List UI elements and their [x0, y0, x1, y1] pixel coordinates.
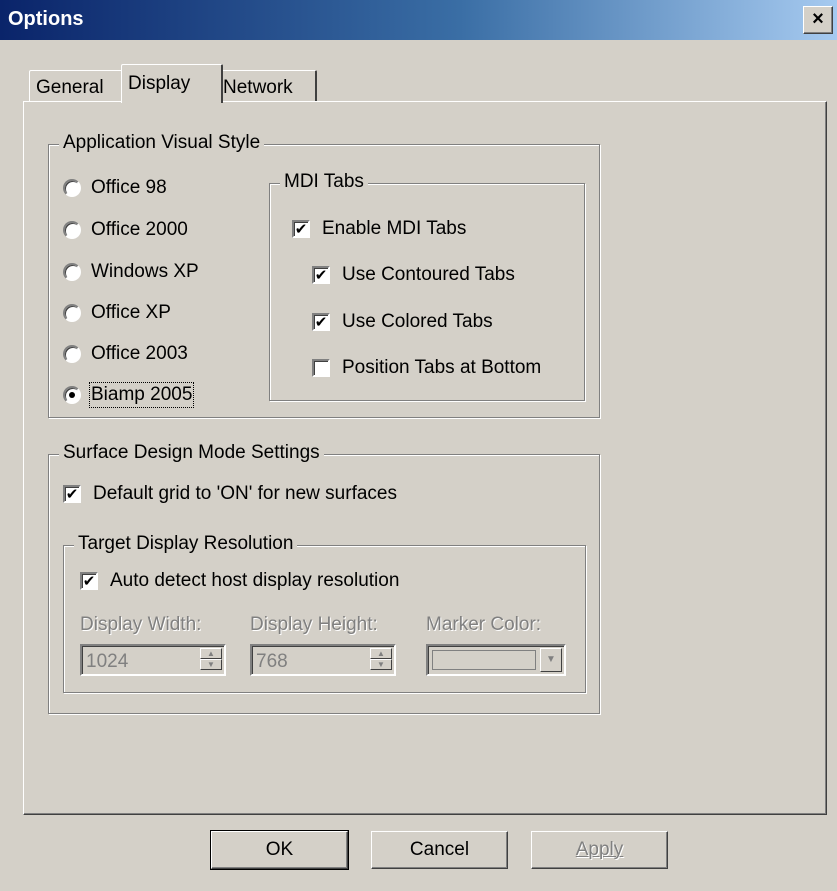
spin-down-icon[interactable]: ▼ [200, 659, 222, 670]
display-height-stepper[interactable]: 768 ▲ ▼ [250, 644, 396, 676]
title-bar[interactable]: Options × [0, 0, 837, 40]
display-height-label: Display Height: [250, 614, 378, 635]
checkbox-label: Position Tabs at Bottom [342, 357, 542, 378]
radio-label: Office 2003 [91, 343, 188, 364]
default-grid-checkbox[interactable]: ✔ Default grid to 'ON' for new surfaces [63, 483, 397, 505]
spin-buttons[interactable]: ▲ ▼ [200, 648, 222, 672]
cancel-label: Cancel [409, 839, 470, 860]
display-height-value: 768 [256, 651, 288, 672]
tab-display-label: Display [128, 73, 191, 94]
close-button[interactable]: × [803, 6, 833, 34]
tab-general[interactable]: General [29, 70, 132, 101]
display-width-stepper[interactable]: 1024 ▲ ▼ [80, 644, 226, 676]
options-dialog: Options × General Display Network Applic… [0, 0, 837, 891]
radio-label: Biamp 2005 [88, 382, 195, 408]
surface-design-legend: Surface Design Mode Settings [59, 442, 324, 464]
radio-icon [63, 304, 81, 322]
apply-label: Apply [575, 839, 624, 860]
marker-color-dropdown[interactable]: ▼ [426, 644, 566, 676]
chevron-down-icon[interactable]: ▼ [540, 648, 562, 672]
radio-icon [63, 221, 81, 239]
auto-detect-checkbox[interactable]: ✔ Auto detect host display resolution [80, 570, 399, 592]
radio-label: Office 98 [91, 177, 167, 198]
contoured-tabs-checkbox[interactable]: ✔ Use Contoured Tabs [312, 264, 515, 286]
radio-label: Windows XP [91, 261, 199, 282]
display-tab-panel: Application Visual Style Office 98 Offic… [23, 101, 827, 815]
spin-up-icon[interactable]: ▲ [200, 648, 222, 659]
checkbox-unchecked-icon [312, 359, 330, 377]
radio-windows-xp[interactable]: Windows XP [63, 261, 199, 283]
checkbox-label: Enable MDI Tabs [322, 218, 467, 239]
checkbox-checked-icon: ✔ [312, 266, 330, 284]
radio-office-2000[interactable]: Office 2000 [63, 219, 188, 241]
checkbox-label: Auto detect host display resolution [110, 570, 400, 591]
mdi-tabs-legend: MDI Tabs [280, 171, 368, 193]
window-title: Options [8, 8, 84, 30]
checkbox-label: Use Colored Tabs [342, 311, 493, 332]
radio-office-2003[interactable]: Office 2003 [63, 343, 188, 365]
visual-style-legend: Application Visual Style [59, 132, 265, 154]
tabs-at-bottom-checkbox[interactable]: Position Tabs at Bottom [312, 357, 541, 379]
tab-network[interactable]: Network [216, 70, 317, 101]
radio-icon [63, 345, 81, 363]
target-resolution-legend: Target Display Resolution [74, 533, 298, 555]
tab-general-label: General [36, 77, 104, 98]
radio-office-xp[interactable]: Office XP [63, 302, 171, 324]
close-icon: × [812, 8, 824, 30]
enable-mdi-tabs-checkbox[interactable]: ✔ Enable MDI Tabs [292, 218, 466, 240]
tab-network-label: Network [223, 77, 293, 98]
surface-design-group: Surface Design Mode Settings ✔ Default gr… [48, 442, 600, 714]
radio-label: Office XP [91, 302, 171, 323]
display-width-value: 1024 [86, 651, 129, 672]
radio-biamp-2005[interactable]: Biamp 2005 [63, 382, 195, 408]
target-resolution-group: Target Display Resolution ✔ Auto detect h… [63, 533, 586, 693]
marker-color-label: Marker Color: [426, 614, 542, 635]
radio-icon [63, 263, 81, 281]
radio-label: Office 2000 [91, 219, 188, 240]
colored-tabs-checkbox[interactable]: ✔ Use Colored Tabs [312, 311, 493, 333]
radio-icon [63, 179, 81, 197]
color-swatch [432, 650, 536, 670]
ok-button[interactable]: OK [210, 830, 349, 870]
apply-button[interactable]: Apply [531, 831, 668, 869]
tab-display[interactable]: Display [121, 64, 223, 103]
radio-selected-icon [63, 386, 81, 404]
checkbox-label: Use Contoured Tabs [342, 264, 515, 285]
checkbox-checked-icon: ✔ [80, 572, 98, 590]
spin-down-icon[interactable]: ▼ [370, 659, 392, 670]
spin-up-icon[interactable]: ▲ [370, 648, 392, 659]
checkbox-checked-icon: ✔ [292, 220, 310, 238]
display-width-label: Display Width: [80, 614, 202, 635]
checkbox-checked-icon: ✔ [63, 485, 81, 503]
checkbox-checked-icon: ✔ [312, 313, 330, 331]
visual-style-group: Application Visual Style Office 98 Offic… [48, 132, 600, 418]
checkbox-label: Default grid to 'ON' for new surfaces [93, 483, 397, 504]
ok-label: OK [265, 839, 294, 860]
mdi-tabs-group: MDI Tabs ✔ Enable MDI Tabs ✔ Use Contoured… [269, 171, 585, 401]
cancel-button[interactable]: Cancel [371, 831, 508, 869]
spin-buttons[interactable]: ▲ ▼ [370, 648, 392, 672]
radio-office-98[interactable]: Office 98 [63, 177, 167, 199]
